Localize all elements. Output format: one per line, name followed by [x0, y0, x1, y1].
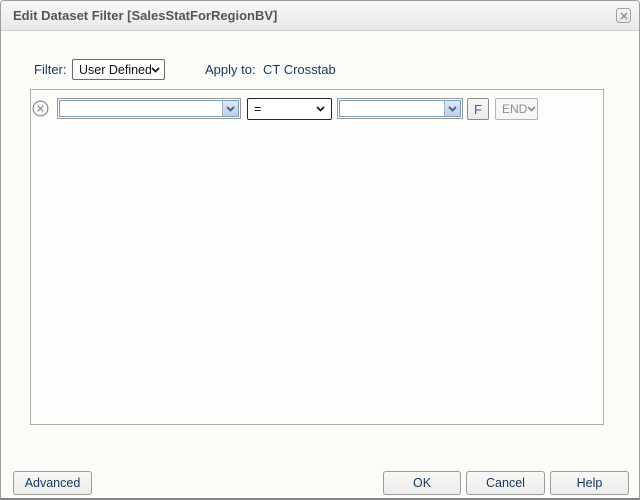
condition-field-value: [60, 101, 222, 116]
condition-value-dropdown[interactable]: [337, 98, 463, 119]
filter-type-value: User Defined: [79, 62, 151, 77]
chevron-down-icon: [316, 106, 325, 112]
apply-to-label: Apply to:: [205, 62, 256, 77]
formula-button[interactable]: F: [467, 98, 489, 120]
filter-conditions-panel: [30, 89, 604, 425]
condition-field-dropdown[interactable]: [57, 98, 241, 119]
condition-value-text: [340, 101, 444, 116]
circle-x-icon: [32, 100, 49, 120]
logic-operator-value: END: [502, 102, 528, 116]
delete-condition-button[interactable]: [32, 100, 49, 117]
ok-button[interactable]: OK: [383, 471, 461, 495]
apply-to-target: CT Crosstab: [263, 62, 336, 77]
filter-label: Filter:: [34, 62, 67, 77]
logic-operator-select[interactable]: END: [495, 98, 538, 120]
condition-field-inner: [59, 100, 239, 117]
cancel-button[interactable]: Cancel: [466, 471, 545, 495]
condition-value-inner: [339, 100, 461, 117]
condition-operator-select[interactable]: =: [247, 98, 332, 120]
dialog-title: Edit Dataset Filter [SalesStatForRegionB…: [13, 8, 278, 23]
dialog-titlebar[interactable]: Edit Dataset Filter [SalesStatForRegionB…: [1, 1, 639, 31]
filter-type-select[interactable]: User Defined: [72, 59, 165, 80]
chevron-down-icon: [527, 106, 536, 112]
edit-dataset-filter-dialog: Edit Dataset Filter [SalesStatForRegionB…: [0, 0, 640, 500]
condition-operator-value: =: [254, 102, 262, 116]
chevron-down-icon: [222, 101, 238, 116]
advanced-button[interactable]: Advanced: [13, 471, 92, 495]
chevron-down-icon: [444, 101, 460, 116]
close-button[interactable]: [616, 8, 631, 23]
chevron-down-icon: [151, 66, 160, 73]
close-icon: [620, 12, 628, 20]
help-button[interactable]: Help: [550, 471, 629, 495]
